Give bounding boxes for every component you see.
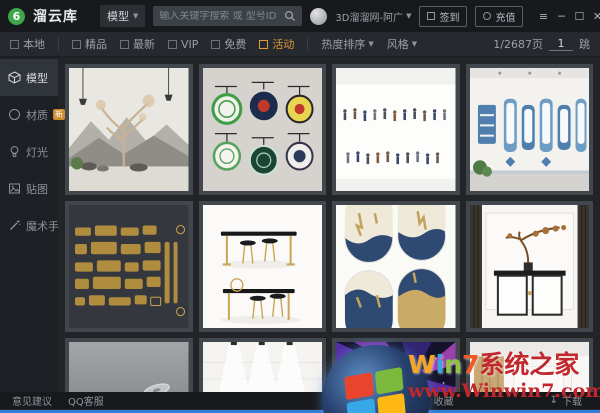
recharge-link[interactable]: 充值 xyxy=(372,393,405,408)
feedback-link[interactable]: 意见建议 xyxy=(12,393,52,408)
calendar-icon xyxy=(427,12,436,20)
material-sphere-icon xyxy=(9,109,20,120)
thumb-gray-discs[interactable] xyxy=(65,338,193,392)
recharge-label: 充值 xyxy=(384,397,405,408)
close-icon[interactable]: ✕ xyxy=(589,10,600,23)
user-avatar[interactable] xyxy=(310,7,328,25)
sidebar-item-label: 灯光 xyxy=(26,145,48,159)
thumb-culture-wall[interactable] xyxy=(465,64,593,195)
page-info: 1/2687页 xyxy=(493,38,543,51)
username-label: 3D溜溜网-阿广 xyxy=(335,12,404,24)
page-input[interactable] xyxy=(549,37,573,51)
style-dropdown[interactable]: 风格 ▼ xyxy=(387,36,417,52)
category-dropdown-label: 模型 xyxy=(107,10,129,23)
sidebar-item-material[interactable]: 材质 新 xyxy=(0,96,65,133)
chevron-down-icon: ▼ xyxy=(368,40,374,48)
qq-service-label: QQ客服 xyxy=(68,397,104,408)
download-icon: ↧ xyxy=(549,395,558,406)
thumb-gold-carvings[interactable] xyxy=(65,201,193,332)
thumb-bar-stools[interactable] xyxy=(198,201,326,332)
filter-checkbox-newest[interactable]: 最新 xyxy=(120,36,155,52)
checkbox-icon xyxy=(10,39,19,49)
filter-label: VIP xyxy=(181,37,199,51)
pagination: 1/2687页 跳 xyxy=(493,36,590,52)
image-icon xyxy=(9,183,20,194)
checkbox-icon xyxy=(120,39,129,49)
search-icon[interactable] xyxy=(284,10,296,22)
thumb-stage-lights[interactable] xyxy=(332,338,460,392)
category-dropdown[interactable]: 模型 ▼ xyxy=(100,5,146,27)
coin-icon xyxy=(483,12,492,20)
filter-checkbox-vip[interactable]: VIP xyxy=(168,38,198,51)
filter-checkbox-free[interactable]: 免费 xyxy=(211,36,246,52)
app-title: 溜云库 xyxy=(33,9,78,25)
signin-button[interactable]: 签到 xyxy=(419,5,468,27)
thumb-hanging-signs[interactable] xyxy=(198,64,326,195)
sidebar: 模型 材质 新 灯光 贴图 魔术手 xyxy=(0,57,65,392)
thumb-wall-plates[interactable] xyxy=(332,201,460,332)
sidebar-item-label: 魔术手 xyxy=(26,219,59,233)
checkbox-icon xyxy=(211,39,221,49)
thumb-mural-wall[interactable] xyxy=(198,338,326,392)
menu-icon[interactable]: ≡ xyxy=(535,10,551,23)
filter-label: 免费 xyxy=(224,38,247,51)
checkbox-icon xyxy=(259,39,269,49)
favorites-link[interactable]: ☆ 收藏 xyxy=(421,393,454,408)
downloads-label: 下载 xyxy=(562,397,582,408)
lightbulb-icon xyxy=(10,146,19,157)
sidebar-item-label: 贴图 xyxy=(26,182,48,196)
chevron-down-icon: ▼ xyxy=(411,40,418,48)
thumb-people-figures[interactable] xyxy=(332,64,460,195)
filter-toolbar: 本地 精品 最新 VIP 免费 活动 热度排序 ▼ 风格 ▼ 1/2687页 跳 xyxy=(0,32,600,57)
search-box[interactable] xyxy=(153,6,303,26)
username-menu[interactable]: 3D溜溜网-阿广 ▼ xyxy=(335,9,411,24)
filter-checkbox-premium[interactable]: 精品 xyxy=(72,36,107,52)
chevron-down-icon: ▼ xyxy=(406,12,412,20)
statusbar: 意见建议 QQ客服 充值 ☆ 收藏 ↧ 下载 xyxy=(0,392,600,409)
thumb-bedroom[interactable] xyxy=(465,338,593,392)
recharge-label: 充值 xyxy=(495,12,516,24)
jump-button[interactable]: 跳 xyxy=(579,36,590,52)
divider xyxy=(58,38,59,50)
signin-label: 签到 xyxy=(439,12,460,24)
sidebar-item-label: 模型 xyxy=(26,71,48,85)
filter-checkbox-activity[interactable]: 活动 xyxy=(259,36,294,52)
qq-service-link[interactable]: QQ客服 xyxy=(68,393,104,408)
thumb-console-table[interactable] xyxy=(465,201,593,332)
recharge-button[interactable]: 充值 xyxy=(475,5,524,27)
checkbox-icon xyxy=(168,39,177,49)
search-input[interactable] xyxy=(159,10,285,22)
filter-label: 本地 xyxy=(23,38,45,51)
sort-label: 热度排序 xyxy=(321,38,366,51)
model-grid xyxy=(58,57,600,392)
style-label: 风格 xyxy=(386,38,409,51)
minimize-icon[interactable]: ─ xyxy=(553,10,569,23)
sidebar-item-texture[interactable]: 贴图 xyxy=(0,170,58,207)
downloads-link[interactable]: ↧ 下载 xyxy=(550,393,582,408)
chevron-down-icon: ▼ xyxy=(133,12,139,20)
sort-dropdown[interactable]: 热度排序 ▼ xyxy=(321,36,373,52)
maximize-icon[interactable]: ☐ xyxy=(571,10,587,23)
filter-label: 最新 xyxy=(133,38,155,51)
filter-checkbox-local[interactable]: 本地 xyxy=(10,36,45,52)
cube-icon xyxy=(8,71,21,84)
magic-wand-icon xyxy=(10,220,21,230)
sidebar-item-magic-hand[interactable]: 魔术手 xyxy=(0,207,59,244)
sidebar-item-label: 材质 xyxy=(26,108,48,122)
checkbox-icon xyxy=(72,39,81,49)
star-icon: ☆ xyxy=(420,395,430,406)
feedback-label: 意见建议 xyxy=(12,397,52,408)
titlebar: 6 溜云库 模型 ▼ 3D溜溜网-阿广 ▼ 签到 充值 ≡ ─ ☐ ✕ xyxy=(0,0,600,32)
sidebar-item-light[interactable]: 灯光 xyxy=(0,133,58,170)
thumb-zen-landscape[interactable] xyxy=(65,64,193,195)
sidebar-item-model[interactable]: 模型 xyxy=(0,59,58,96)
app-logo-icon: 6 xyxy=(8,7,25,25)
filter-label: 精品 xyxy=(85,38,107,51)
favorites-label: 收藏 xyxy=(433,397,454,408)
coin-icon xyxy=(372,396,381,405)
divider xyxy=(307,38,309,50)
filter-label: 活动 xyxy=(272,38,295,51)
